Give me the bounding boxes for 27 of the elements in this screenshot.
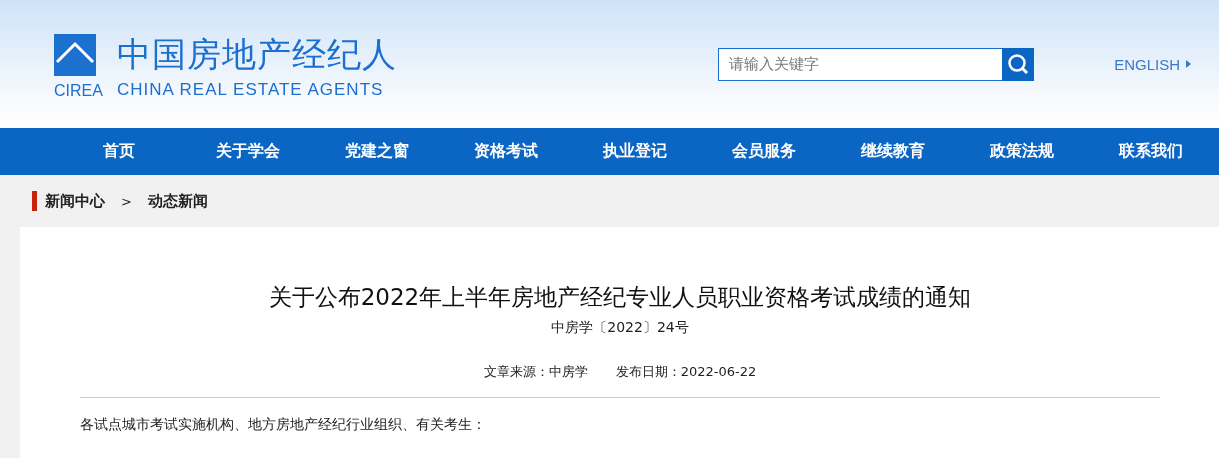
article-title: 关于公布2022年上半年房地产经纪专业人员职业资格考试成绩的通知 [267,283,973,312]
document-number: 中房学〔2022〕24号 [550,318,690,337]
publish-date: 发布日期：2022-06-22 [615,363,757,381]
nav-link[interactable]: 继续教育 [828,128,957,175]
nav-link[interactable]: 联系我们 [1086,128,1215,175]
search-button[interactable] [1002,47,1035,81]
nav-link[interactable]: 党建之窗 [312,128,441,175]
breadcrumb-marker [32,191,37,211]
breadcrumb-link[interactable]: 动态新闻 [147,191,208,211]
nav-link[interactable]: 政策法规 [957,128,1086,175]
nav-link[interactable]: 首页 [54,128,183,175]
caret-icon [1186,60,1191,68]
logo-icon [54,34,96,76]
nav-link[interactable]: 资格考试 [441,128,570,175]
nav-link[interactable]: 会员服务 [699,128,828,175]
article-source: 文章来源：中房学 [483,363,588,381]
breadcrumb-link[interactable]: 新闻中心 [45,191,105,211]
site-title: 中国房地产经纪人 [116,33,397,76]
nav-link[interactable]: 关于学会 [183,128,312,175]
nav-link[interactable]: 执业登记 [570,128,699,175]
site-abbreviation: CIREA [54,82,103,100]
search-icon [1007,53,1030,75]
language-link[interactable]: ENGLISH [1114,55,1191,73]
breadcrumb-separator: > [121,193,132,209]
search-field[interactable]: 请输入关键字 [718,47,1003,81]
site-subtitle: CHINA REAL ESTATE AGENTS [116,80,385,100]
paragraph: 各试点城市考试实施机构、地方房地产经纪行业组织、有关考生： [80,416,487,434]
